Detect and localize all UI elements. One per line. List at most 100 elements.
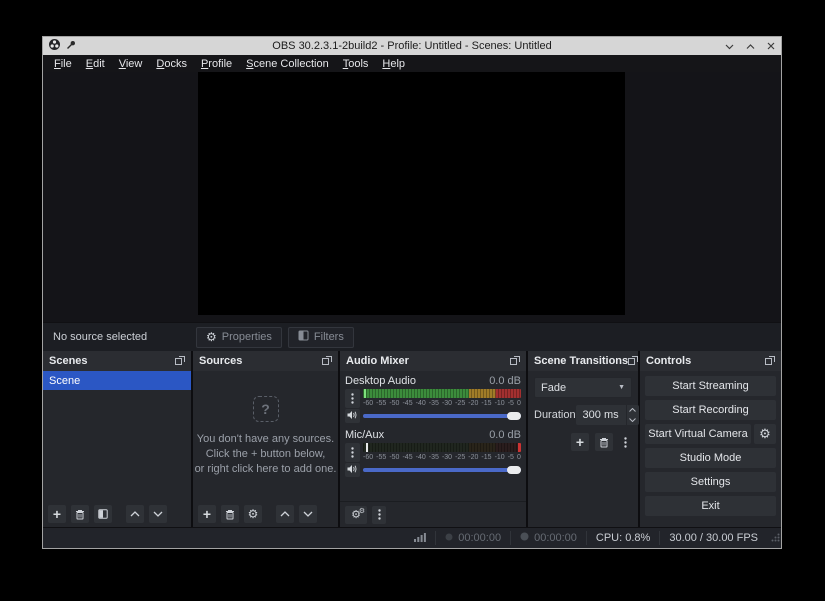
- menu-file[interactable]: File: [47, 57, 79, 71]
- add-transition-button[interactable]: +: [571, 433, 589, 451]
- slider-handle[interactable]: [507, 412, 521, 420]
- remove-transition-button[interactable]: [595, 433, 613, 451]
- advanced-audio-button[interactable]: ⚙ ⚙: [345, 506, 367, 524]
- properties-button[interactable]: ⚙ Properties: [196, 327, 282, 348]
- scene-transitions-dock: Scene Transitions Fade ▼ Duration 300 ms: [528, 351, 638, 527]
- mixer-menu-button[interactable]: [372, 506, 386, 524]
- scenes-dock-header[interactable]: Scenes: [43, 351, 191, 371]
- vertical-dots-icon: [378, 509, 381, 520]
- menu-docks[interactable]: Docks: [149, 57, 194, 71]
- duration-decrement-button[interactable]: [627, 415, 639, 425]
- filters-button[interactable]: Filters: [288, 327, 354, 348]
- move-source-down-button[interactable]: [299, 505, 317, 523]
- scene-filters-button[interactable]: [94, 505, 112, 523]
- menu-edit[interactable]: Edit: [79, 57, 112, 71]
- start-streaming-button[interactable]: Start Streaming: [645, 376, 776, 396]
- source-properties-button[interactable]: ⚙: [244, 505, 262, 523]
- filters-button-label: Filters: [314, 331, 344, 343]
- menu-profile[interactable]: Profile: [194, 57, 239, 71]
- virtual-camera-settings-button[interactable]: ⚙: [754, 424, 776, 444]
- meter-tick-label: 0: [517, 453, 521, 462]
- meter-tick-label: -60: [363, 453, 373, 462]
- sources-dock-title: Sources: [199, 355, 242, 367]
- close-icon[interactable]: [767, 42, 775, 50]
- meter-tick-label: -25: [455, 399, 465, 408]
- controls-dock-title: Controls: [646, 355, 691, 367]
- channel-name: Mic/Aux: [345, 429, 384, 441]
- channel-menu-button[interactable]: [345, 443, 360, 462]
- popout-icon[interactable]: [765, 352, 775, 370]
- channel-name: Desktop Audio: [345, 375, 416, 387]
- volume-meter: [363, 389, 521, 398]
- plus-icon: +: [203, 507, 211, 521]
- menu-bar: File Edit View Docks Profile Scene Colle…: [43, 55, 781, 72]
- chevron-down-icon: ▼: [618, 384, 625, 391]
- mute-button[interactable]: [345, 463, 360, 477]
- remove-scene-button[interactable]: [71, 505, 89, 523]
- sources-dock: Sources ? You don't have any sources. Cl…: [193, 351, 338, 527]
- popout-icon[interactable]: [510, 352, 520, 370]
- transition-select[interactable]: Fade ▼: [534, 377, 632, 398]
- duration-increment-button[interactable]: [627, 405, 639, 415]
- menu-scene-collection[interactable]: Scene Collection: [239, 57, 336, 71]
- add-source-button[interactable]: +: [198, 505, 216, 523]
- meter-tick-label: -15: [481, 399, 491, 408]
- maximize-icon[interactable]: [746, 43, 755, 50]
- controls-body: Start Streaming Start Recording Start Vi…: [640, 371, 781, 527]
- settings-button[interactable]: Settings: [645, 472, 776, 492]
- popout-icon[interactable]: [175, 352, 185, 370]
- meter-tick-label: -60: [363, 399, 373, 408]
- move-scene-up-button[interactable]: [126, 505, 144, 523]
- remove-source-button[interactable]: [221, 505, 239, 523]
- sources-dock-header[interactable]: Sources: [193, 351, 338, 371]
- scene-list-item[interactable]: Scene: [43, 371, 191, 390]
- vertical-dots-icon: [624, 437, 627, 448]
- audio-mixer-dock: Audio Mixer Desktop Audio 0.0 dB: [340, 351, 526, 527]
- start-virtual-camera-button[interactable]: Start Virtual Camera: [645, 424, 751, 444]
- meter-tick-label: -20: [468, 453, 478, 462]
- menu-view[interactable]: View: [112, 57, 150, 71]
- mute-button[interactable]: [345, 409, 360, 423]
- popout-icon[interactable]: [322, 352, 332, 370]
- sources-empty-text: You don't have any sources.: [197, 432, 334, 447]
- studio-mode-button[interactable]: Studio Mode: [645, 448, 776, 468]
- preview-canvas[interactable]: [198, 72, 625, 315]
- audio-mixer-dock-header[interactable]: Audio Mixer: [340, 351, 526, 371]
- menu-tools[interactable]: Tools: [336, 57, 376, 71]
- channel-level: 0.0 dB: [489, 375, 521, 387]
- move-source-up-button[interactable]: [276, 505, 294, 523]
- volume-slider[interactable]: [363, 464, 521, 476]
- exit-button[interactable]: Exit: [645, 496, 776, 516]
- minimize-icon[interactable]: [725, 43, 734, 50]
- resize-grip-icon[interactable]: [771, 529, 780, 547]
- stream-icon: [445, 532, 453, 544]
- menu-help[interactable]: Help: [375, 57, 412, 71]
- scenes-list[interactable]: Scene: [43, 371, 191, 501]
- add-scene-button[interactable]: +: [48, 505, 66, 523]
- trash-icon: [599, 437, 609, 448]
- channel-menu-button[interactable]: [345, 389, 360, 408]
- audio-mixer-toolbar: ⚙ ⚙: [340, 501, 526, 527]
- status-bar: 00:00:00 00:00:00 CPU: 0.8% 30.00 / 30.0…: [43, 527, 781, 548]
- sources-list[interactable]: ? You don't have any sources. Click the …: [193, 371, 338, 501]
- popout-icon[interactable]: [628, 352, 638, 370]
- slider-handle[interactable]: [507, 466, 521, 474]
- speaker-icon: [347, 461, 358, 479]
- obs-window: OBS 30.2.3.1-2build2 - Profile: Untitled…: [42, 36, 782, 549]
- filters-icon: [298, 330, 309, 344]
- source-status-text: No source selected: [53, 331, 147, 343]
- move-scene-down-button[interactable]: [149, 505, 167, 523]
- start-recording-button[interactable]: Start Recording: [645, 400, 776, 420]
- duration-input[interactable]: 300 ms: [576, 405, 626, 425]
- chevron-down-icon: [153, 511, 163, 517]
- pin-icon[interactable]: [66, 37, 76, 55]
- volume-slider[interactable]: [363, 410, 521, 422]
- controls-dock-header[interactable]: Controls: [640, 351, 781, 371]
- meter-tick-label: -45: [402, 399, 412, 408]
- vertical-dots-icon: [351, 393, 354, 404]
- meter-tick-label: -35: [429, 399, 439, 408]
- chevron-up-icon: [130, 511, 140, 517]
- scene-transitions-dock-header[interactable]: Scene Transitions: [528, 351, 638, 371]
- transition-menu-button[interactable]: [619, 433, 632, 451]
- meter-tick-label: -25: [455, 453, 465, 462]
